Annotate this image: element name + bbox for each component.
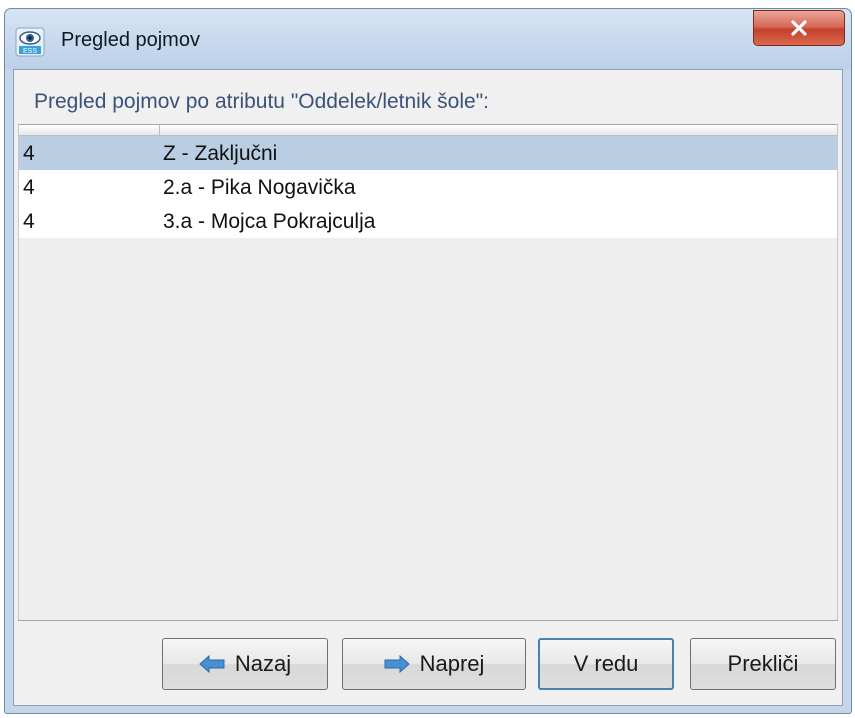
arrow-right-icon bbox=[384, 655, 410, 673]
ok-button-label: V redu bbox=[573, 651, 639, 676]
prompt-label: Pregled pojmov po atributu "Oddelek/letn… bbox=[34, 90, 489, 113]
close-icon bbox=[791, 20, 807, 36]
list-item[interactable]: 4 Z - Zaključni bbox=[19, 136, 837, 170]
dialog-window: ESS Pregled pojmov Pregled pojmov po atr… bbox=[4, 8, 852, 714]
list-item-level: 4 bbox=[23, 210, 35, 233]
back-button[interactable]: Nazaj bbox=[162, 638, 328, 690]
list-item-label: 2.a - Pika Nogavička bbox=[163, 176, 356, 199]
footer-divider bbox=[18, 620, 838, 621]
title-bar[interactable]: ESS Pregled pojmov bbox=[5, 9, 851, 69]
list-item-level: 4 bbox=[23, 142, 35, 165]
list-item[interactable]: 4 2.a - Pika Nogavička bbox=[19, 170, 837, 204]
back-button-label: Nazaj bbox=[234, 651, 292, 676]
ok-button[interactable]: V redu bbox=[538, 638, 674, 690]
list-item-label: 3.a - Mojca Pokrajculja bbox=[163, 210, 376, 233]
next-button-label: Naprej bbox=[419, 651, 485, 676]
arrow-left-icon bbox=[199, 655, 225, 673]
window-title: Pregled pojmov bbox=[61, 29, 200, 51]
next-button[interactable]: Naprej bbox=[342, 638, 526, 690]
column-separator[interactable] bbox=[159, 125, 160, 135]
concept-list[interactable]: 4 Z - Zaključni 4 2.a - Pika Nogavička 4… bbox=[18, 124, 838, 620]
close-button[interactable] bbox=[753, 10, 845, 46]
ess-eye-icon: ESS bbox=[15, 27, 45, 57]
list-header[interactable] bbox=[19, 125, 837, 136]
list-item-label: Z - Zaključni bbox=[163, 142, 278, 165]
list-item[interactable]: 4 3.a - Mojca Pokrajculja bbox=[19, 204, 837, 238]
cancel-button-label: Prekliči bbox=[727, 651, 799, 676]
cancel-button[interactable]: Prekliči bbox=[690, 638, 836, 690]
svg-text:ESS: ESS bbox=[23, 48, 37, 55]
dialog-content: Pregled pojmov po atributu "Oddelek/letn… bbox=[13, 69, 843, 706]
list-item-level: 4 bbox=[23, 176, 35, 199]
